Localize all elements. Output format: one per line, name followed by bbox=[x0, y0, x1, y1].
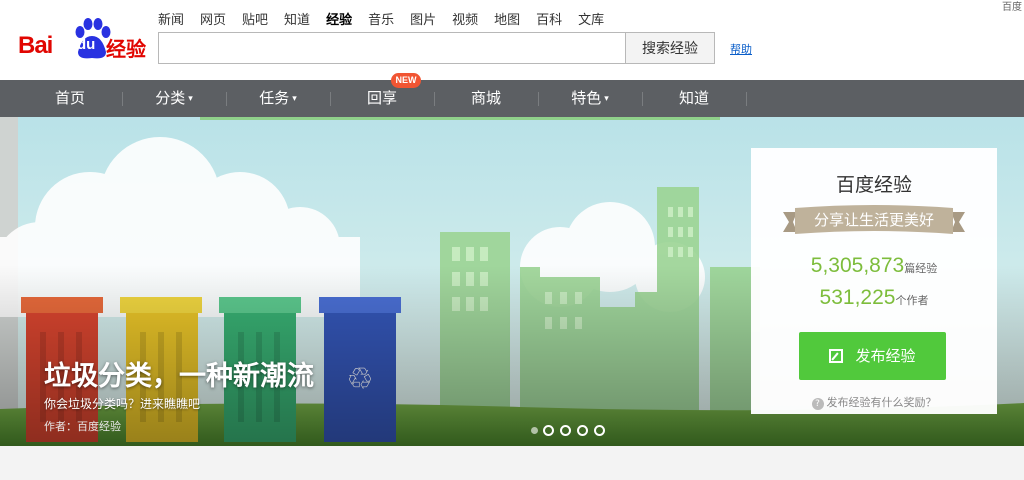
card-slogan: 分享让生活更美好 bbox=[813, 211, 934, 229]
nav-item-zhidao[interactable]: 知道 bbox=[642, 80, 746, 117]
authors-count: 531,225 bbox=[819, 286, 896, 309]
help-link[interactable]: 帮助 bbox=[730, 41, 752, 57]
articles-stat: 5,305,873篇经验 bbox=[751, 254, 997, 278]
carousel-dot-active[interactable] bbox=[531, 427, 538, 434]
nav-item-featured[interactable]: 特色 ▾ bbox=[538, 80, 642, 117]
nav-label: 任务 bbox=[259, 89, 290, 107]
nav-label: 首页 bbox=[54, 89, 85, 107]
authors-stat: 531,225个作者 bbox=[751, 286, 997, 310]
chevron-down-icon: ▾ bbox=[188, 94, 193, 104]
topnav-item-zhidao[interactable]: 知道 bbox=[284, 9, 310, 28]
carousel-dot[interactable] bbox=[594, 425, 605, 436]
chevron-down-icon: ▾ bbox=[292, 94, 297, 104]
logo-du-text: du bbox=[77, 36, 96, 53]
search-input[interactable] bbox=[158, 32, 626, 64]
topnav-item-video[interactable]: 视频 bbox=[452, 9, 478, 28]
banner-subtitle: 你会垃圾分类吗？进来瞧瞧吧 bbox=[44, 397, 201, 411]
jingyan-stats-card: 百度经验 分享让生活更美好 5,305,873篇经验 531,225个作者 发布… bbox=[751, 148, 997, 414]
reward-link-label: 发布经验有什么奖励？ bbox=[826, 396, 937, 409]
publish-button-label: 发布经验 bbox=[855, 347, 916, 365]
topnav-item-wenku[interactable]: 文库 bbox=[578, 9, 604, 28]
nav-label: 回享 bbox=[366, 89, 397, 107]
articles-unit: 篇经验 bbox=[904, 262, 938, 275]
topnav-item-images[interactable]: 图片 bbox=[410, 9, 436, 28]
content-area bbox=[0, 446, 1024, 480]
question-icon: ? bbox=[811, 398, 824, 410]
topnav-item-web[interactable]: 网页 bbox=[200, 9, 226, 28]
carousel-dot[interactable] bbox=[560, 425, 571, 436]
carousel-dot[interactable] bbox=[577, 425, 588, 436]
nav-label: 分类 bbox=[155, 89, 186, 107]
corner-baidu-link[interactable]: 百度 bbox=[1002, 0, 1022, 13]
logo-jingyan-text: 经验 bbox=[106, 37, 146, 61]
nav-item-category[interactable]: 分类 ▾ bbox=[122, 80, 226, 117]
logo-bai-text: Bai bbox=[18, 32, 53, 59]
nav-divider bbox=[746, 92, 747, 106]
nav-item-home[interactable]: 首页 bbox=[18, 80, 122, 117]
nav-label: 知道 bbox=[678, 89, 709, 107]
nav-item-mall[interactable]: 商城 bbox=[434, 80, 538, 117]
nav-label: 特色 bbox=[571, 89, 602, 107]
topnav-item-tieba[interactable]: 贴吧 bbox=[242, 9, 268, 28]
search-button[interactable]: 搜索经验 bbox=[625, 32, 715, 64]
topnav-item-jingyan[interactable]: 经验 bbox=[326, 9, 352, 28]
edit-icon bbox=[829, 349, 844, 363]
top-product-nav: 新闻 网页 贴吧 知道 经验 音乐 图片 视频 地图 百科 文库 bbox=[158, 9, 620, 28]
card-title: 百度经验 bbox=[835, 174, 912, 196]
chevron-down-icon: ▾ bbox=[604, 94, 609, 104]
authors-unit: 个作者 bbox=[895, 294, 929, 307]
carousel-dot[interactable] bbox=[543, 425, 554, 436]
reward-info-link[interactable]: ? 发布经验有什么奖励？ bbox=[751, 394, 997, 410]
new-badge: NEW bbox=[391, 73, 421, 88]
carousel-dots bbox=[531, 425, 611, 436]
baidu-jingyan-logo[interactable]: Bai du 经验 bbox=[18, 18, 146, 62]
publish-experience-button[interactable]: 发布经验 bbox=[799, 332, 946, 380]
banner-title[interactable]: 垃圾分类，一种新潮流 bbox=[44, 354, 314, 393]
articles-count: 5,305,873 bbox=[810, 254, 905, 277]
main-nav-bar: 首页 分类 ▾ 任务 ▾ 回享 商城 特色 ▾ 知道 bbox=[0, 80, 1024, 117]
topnav-item-music[interactable]: 音乐 bbox=[368, 9, 394, 28]
topnav-item-baike[interactable]: 百科 bbox=[536, 9, 562, 28]
header: Bai du 经验 新闻 网页 贴吧 知道 经验 音乐 图片 视频 地图 百科 … bbox=[0, 0, 1024, 80]
nav-label: 商城 bbox=[470, 89, 501, 107]
banner-author: 作者：百度经验 bbox=[44, 420, 121, 433]
topnav-item-news[interactable]: 新闻 bbox=[158, 9, 184, 28]
nav-item-tasks[interactable]: 任务 ▾ bbox=[226, 80, 330, 117]
topnav-item-map[interactable]: 地图 bbox=[494, 9, 520, 28]
